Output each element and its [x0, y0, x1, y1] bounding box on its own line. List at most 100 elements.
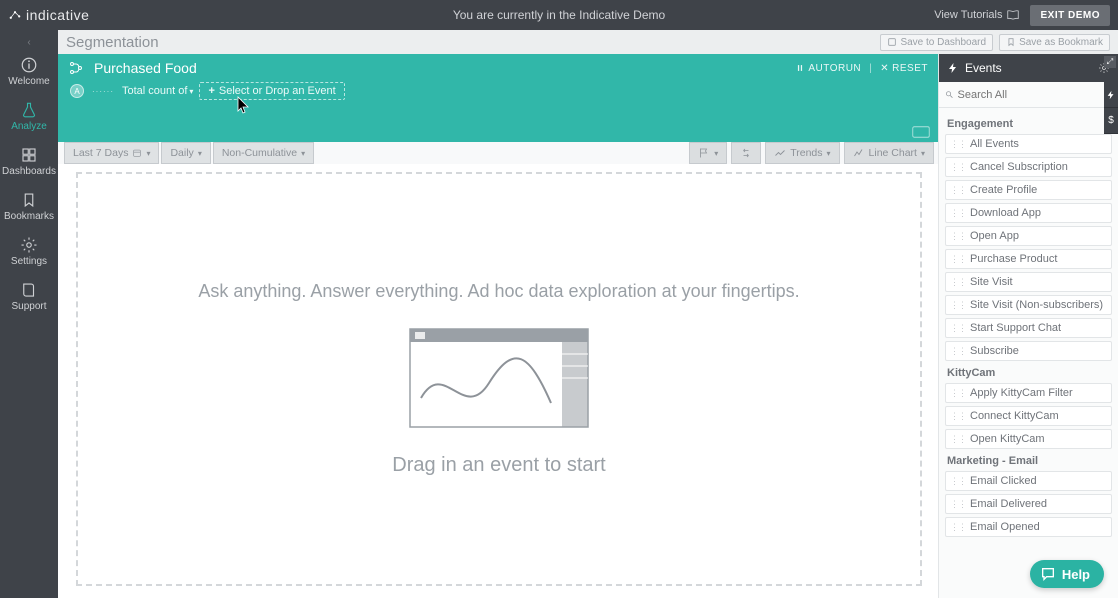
save-to-dashboard-button[interactable]: Save to Dashboard [880, 34, 993, 51]
query-name[interactable]: Purchased Food [94, 60, 197, 76]
drag-grip-icon: ⋮⋮ [950, 388, 966, 399]
page-title: Segmentation [66, 34, 159, 51]
nav-settings[interactable]: Settings [0, 230, 58, 275]
autorun-toggle[interactable]: AUTORUN [795, 63, 861, 74]
calendar-icon [132, 148, 142, 158]
series-a-badge[interactable]: A [70, 84, 84, 98]
event-item[interactable]: ⋮⋮Purchase Product [945, 249, 1112, 269]
chart-drop-zone[interactable]: Ask anything. Answer everything. Ad hoc … [76, 172, 922, 586]
swap-icon [740, 147, 752, 159]
plus-icon: + [208, 85, 214, 97]
event-item[interactable]: ⋮⋮ Site Visit (Non-subscribers) [945, 295, 1112, 315]
flag-icon [698, 147, 710, 159]
flag-button[interactable]: ▾ [689, 142, 727, 164]
nav-analyze[interactable]: Analyze [0, 95, 58, 140]
granularity-picker[interactable]: Daily ▾ [161, 142, 210, 164]
help-widget[interactable]: Help [1030, 560, 1104, 588]
drag-grip-icon: ⋮⋮ [950, 476, 966, 487]
chevron-down-icon: ▾ [921, 149, 925, 158]
events-search-row [939, 82, 1118, 108]
nav-dashboards[interactable]: Dashboards [0, 140, 58, 185]
lightning-icon [947, 62, 959, 74]
connector-dots-icon: ······ [92, 87, 114, 96]
cumulative-toggle[interactable]: Non-Cumulative ▾ [213, 142, 314, 164]
swap-axes-button[interactable] [731, 142, 761, 164]
topbar: indicative You are currently in the Indi… [0, 0, 1118, 30]
drag-grip-icon: ⋮⋮ [950, 277, 966, 288]
nav-support[interactable]: Support [0, 275, 58, 320]
event-item-label: Connect KittyCam [970, 410, 1059, 422]
event-item[interactable]: ⋮⋮Open KittyCam [945, 429, 1112, 449]
trend-up-icon [774, 147, 786, 159]
event-item-label: Email Clicked [970, 475, 1037, 487]
count-type-dropdown[interactable]: Total count of ▾ [122, 85, 193, 97]
canvas-drop-hint: Drag in an event to start [392, 454, 605, 477]
event-item-label: Purchase Product [970, 253, 1057, 265]
panel-tab-money[interactable]: $ [1104, 108, 1118, 134]
nav-welcome[interactable]: Welcome [0, 50, 58, 95]
event-item[interactable]: ⋮⋮ Create Profile [945, 180, 1112, 200]
event-item[interactable]: ⋮⋮All Events [945, 134, 1112, 154]
nav-back-chevron[interactable]: ‹ [0, 34, 58, 50]
exit-demo-button[interactable]: EXIT DEMO [1030, 5, 1110, 26]
bookmark-icon [20, 191, 38, 209]
demo-banner: You are currently in the Indicative Demo [453, 8, 665, 22]
drag-grip-icon: ⋮⋮ [950, 499, 966, 510]
chevron-down-icon: ▾ [146, 149, 150, 158]
event-item-label: Download App [970, 207, 1041, 219]
grid-icon [20, 146, 38, 164]
event-item[interactable]: ⋮⋮Start Support Chat [945, 318, 1112, 338]
event-item-label: Cancel Subscription [970, 161, 1068, 173]
page-header: Segmentation Save to Dashboard Save as B… [58, 30, 1118, 54]
save-as-bookmark-button[interactable]: Save as Bookmark [999, 34, 1110, 51]
brand-logo: indicative [8, 7, 89, 23]
left-nav: ‹ Welcome Analyze Dashboards Bookmarks S… [0, 30, 58, 598]
close-x-icon: ✕ [880, 63, 889, 74]
events-panel: Events ⤢ Engagement⋮⋮All Events⋮⋮Cancel … [938, 54, 1118, 598]
chevron-down-icon: ▾ [198, 149, 202, 158]
event-item[interactable]: ⋮⋮Subscribe [945, 341, 1112, 361]
event-item[interactable]: ⋮⋮ Email Clicked [945, 471, 1112, 491]
event-item[interactable]: ⋮⋮ Site Visit [945, 272, 1112, 292]
events-list: Engagement⋮⋮All Events⋮⋮Cancel Subscript… [939, 108, 1118, 598]
reset-button[interactable]: ✕ RESET [880, 63, 928, 74]
event-item-label: Email Delivered [970, 498, 1047, 510]
event-item[interactable]: ⋮⋮Connect KittyCam [945, 406, 1112, 426]
bookmark-small-icon [1006, 37, 1016, 47]
event-item[interactable]: ⋮⋮Download App [945, 203, 1112, 223]
brand-name: indicative [26, 7, 89, 23]
events-panel-header: Events ⤢ [939, 54, 1118, 82]
event-item-label: Site Visit (Non-subscribers) [970, 299, 1103, 311]
event-item-label: Start Support Chat [970, 322, 1061, 334]
view-tutorials-link[interactable]: View Tutorials [934, 8, 1020, 22]
nav-bookmarks[interactable]: Bookmarks [0, 185, 58, 230]
book-icon [20, 281, 38, 299]
event-drop-target[interactable]: + Select or Drop an Event [199, 82, 344, 100]
flask-icon [20, 101, 38, 119]
drag-grip-icon: ⋮⋮ [950, 300, 966, 311]
drag-grip-icon: ⋮⋮ [950, 231, 966, 242]
chevron-down-icon: ▾ [827, 149, 831, 158]
drag-grip-icon: ⋮⋮ [950, 162, 966, 173]
empty-chart-illustration-icon [409, 328, 589, 428]
chart-type-picker[interactable]: Line Chart ▾ [844, 142, 934, 164]
drag-grip-icon: ⋮⋮ [950, 185, 966, 196]
events-search-input[interactable] [958, 89, 1100, 101]
query-builder: Purchased Food AUTORUN | ✕ RESET A ·····… [58, 54, 938, 142]
info-icon [20, 56, 38, 74]
date-range-picker[interactable]: Last 7 Days ▾ [64, 142, 159, 164]
chevron-down-icon: ▾ [189, 87, 193, 96]
expand-panel-button[interactable]: ⤢ [1104, 56, 1116, 68]
event-item-label: Site Visit [970, 276, 1013, 288]
event-item[interactable]: ⋮⋮Email Opened [945, 517, 1112, 537]
line-chart-icon [853, 147, 865, 159]
event-item-label: Create Profile [970, 184, 1037, 196]
chart-canvas-container: Ask anything. Answer everything. Ad hoc … [76, 172, 922, 586]
event-item[interactable]: ⋮⋮Apply KittyCam Filter [945, 383, 1112, 403]
trends-button[interactable]: Trends ▾ [765, 142, 839, 164]
panel-tab-events[interactable] [1104, 82, 1118, 108]
event-item[interactable]: ⋮⋮Open App [945, 226, 1112, 246]
event-item[interactable]: ⋮⋮ Email Delivered [945, 494, 1112, 514]
search-icon [945, 89, 954, 100]
event-item[interactable]: ⋮⋮ Cancel Subscription [945, 157, 1112, 177]
